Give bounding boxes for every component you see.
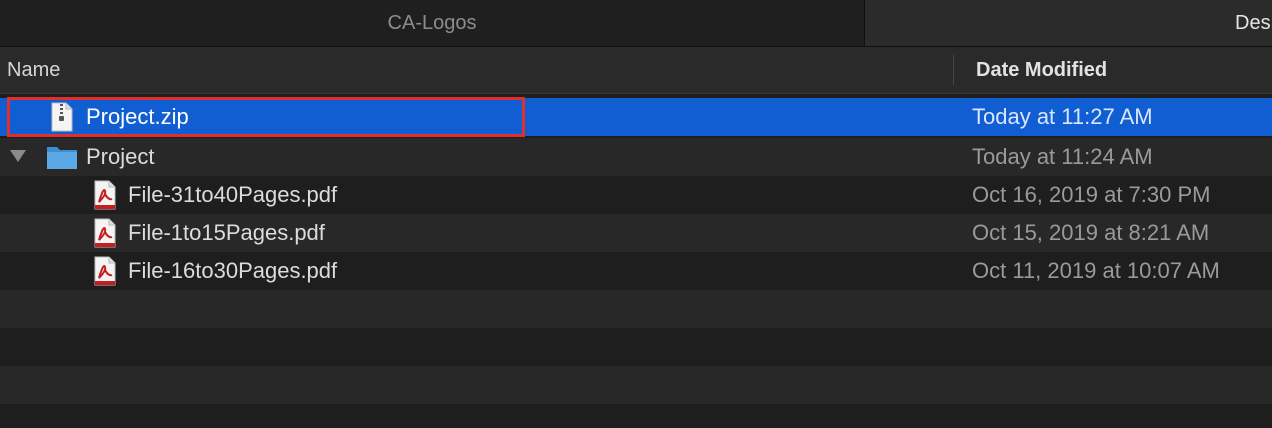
empty-row	[0, 328, 1272, 366]
pdf-file-icon	[94, 218, 116, 248]
tab-bar: CA-Logos Des	[0, 0, 1272, 47]
empty-row	[0, 290, 1272, 328]
file-date-modified: Oct 15, 2019 at 8:21 AM	[972, 220, 1210, 245]
date-modified-column-header[interactable]: Date Modified	[976, 47, 1107, 93]
file-date-modified: Oct 11, 2019 at 10:07 AM	[972, 258, 1220, 283]
file-date-modified: Oct 16, 2019 at 7:30 PM	[972, 182, 1211, 207]
file-row-pdf[interactable]: File-31to40Pages.pdf Oct 16, 2019 at 7:3…	[0, 176, 1272, 214]
file-name: Project.zip	[86, 104, 189, 129]
zip-file-icon	[51, 102, 73, 132]
file-name: File-31to40Pages.pdf	[128, 182, 338, 207]
tab-desktop[interactable]: Des	[865, 0, 1272, 46]
file-name: File-16to30Pages.pdf	[128, 258, 338, 283]
folder-icon	[47, 147, 77, 169]
finder-window: CA-Logos Des Name Date Modified Project.…	[0, 0, 1272, 428]
file-date-modified: Today at 11:27 AM	[972, 104, 1153, 129]
file-name: Project	[86, 144, 155, 169]
pdf-file-icon	[94, 180, 116, 210]
file-row-project-folder[interactable]: Project Today at 11:24 AM	[0, 138, 1272, 176]
file-name: File-1to15Pages.pdf	[128, 220, 325, 245]
name-column-header[interactable]: Name	[7, 47, 60, 93]
file-row-pdf[interactable]: File-1to15Pages.pdf Oct 15, 2019 at 8:21…	[0, 214, 1272, 252]
pdf-file-icon	[94, 256, 116, 286]
disclosure-triangle-icon[interactable]	[9, 148, 27, 164]
empty-row	[0, 404, 1272, 428]
column-header: Name Date Modified	[0, 47, 1272, 94]
file-list: Project.zip Today at 11:27 AM Project To…	[0, 94, 1272, 428]
empty-row	[0, 366, 1272, 404]
file-row-pdf[interactable]: File-16to30Pages.pdf Oct 11, 2019 at 10:…	[0, 252, 1272, 290]
file-row-project-zip[interactable]: Project.zip Today at 11:27 AM	[0, 98, 1272, 136]
tab-ca-logos[interactable]: CA-Logos	[0, 0, 865, 46]
file-date-modified: Today at 11:24 AM	[972, 144, 1153, 169]
column-divider[interactable]	[953, 55, 954, 85]
